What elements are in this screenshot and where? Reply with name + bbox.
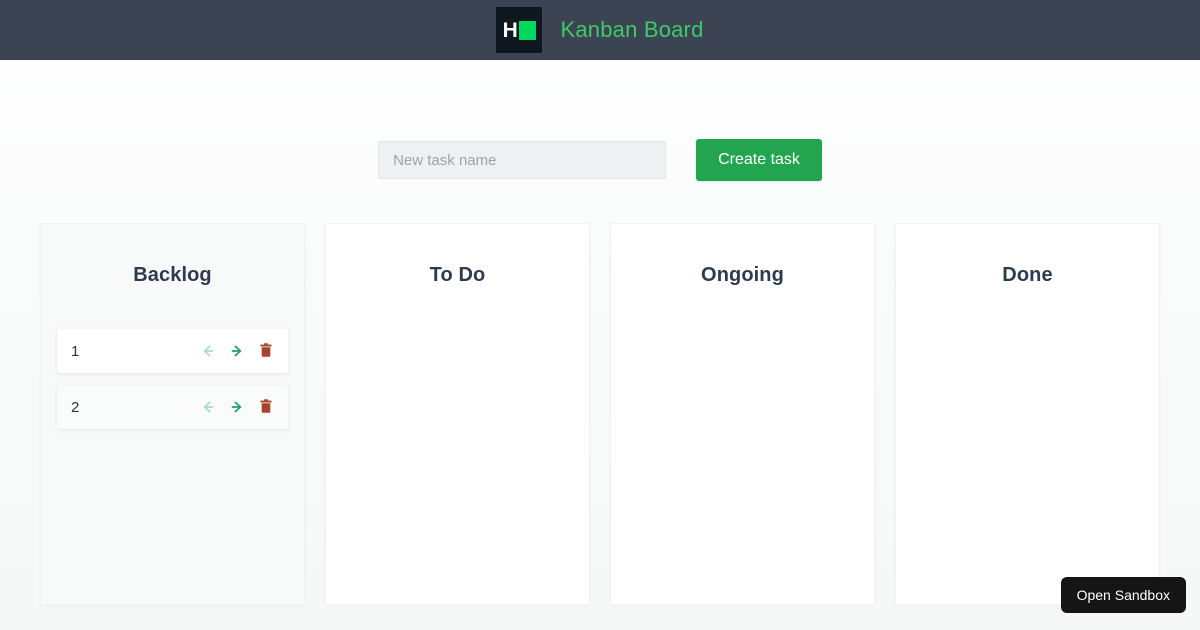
column-to-do[interactable]: To Do <box>325 223 590 605</box>
arrow-right-icon[interactable] <box>229 343 245 359</box>
task-card[interactable]: 2 <box>57 385 288 429</box>
kanban-board: Backlog 1 2 To Do Ongoing Done <box>0 223 1200 605</box>
trash-icon[interactable] <box>258 399 274 415</box>
create-task-row: Create task <box>0 139 1200 181</box>
new-task-name-input[interactable] <box>378 141 667 179</box>
column-title: Done <box>1002 264 1053 286</box>
page-title: Kanban Board <box>560 17 704 42</box>
column-title: Ongoing <box>701 264 784 286</box>
column-title: Backlog <box>133 264 212 286</box>
app-header: H Kanban Board <box>0 0 1200 60</box>
open-sandbox-button[interactable]: Open Sandbox <box>1060 577 1186 613</box>
task-label: 2 <box>71 398 80 416</box>
column-title: To Do <box>429 264 486 286</box>
task-label: 1 <box>71 342 80 360</box>
column-backlog[interactable]: Backlog 1 2 <box>40 223 305 605</box>
arrow-left-icon[interactable] <box>200 399 216 415</box>
app-logo: H <box>496 7 543 53</box>
task-actions <box>200 399 274 415</box>
arrow-left-icon[interactable] <box>200 343 216 359</box>
logo-letter: H <box>502 18 518 42</box>
column-done[interactable]: Done <box>895 223 1160 605</box>
trash-icon[interactable] <box>258 343 274 359</box>
task-actions <box>200 343 274 359</box>
task-list: 1 2 <box>41 329 304 429</box>
arrow-right-icon[interactable] <box>229 399 245 415</box>
green-square-icon <box>519 20 537 40</box>
create-task-button[interactable]: Create task <box>696 139 822 181</box>
column-ongoing[interactable]: Ongoing <box>610 223 875 605</box>
task-card[interactable]: 1 <box>57 329 288 373</box>
